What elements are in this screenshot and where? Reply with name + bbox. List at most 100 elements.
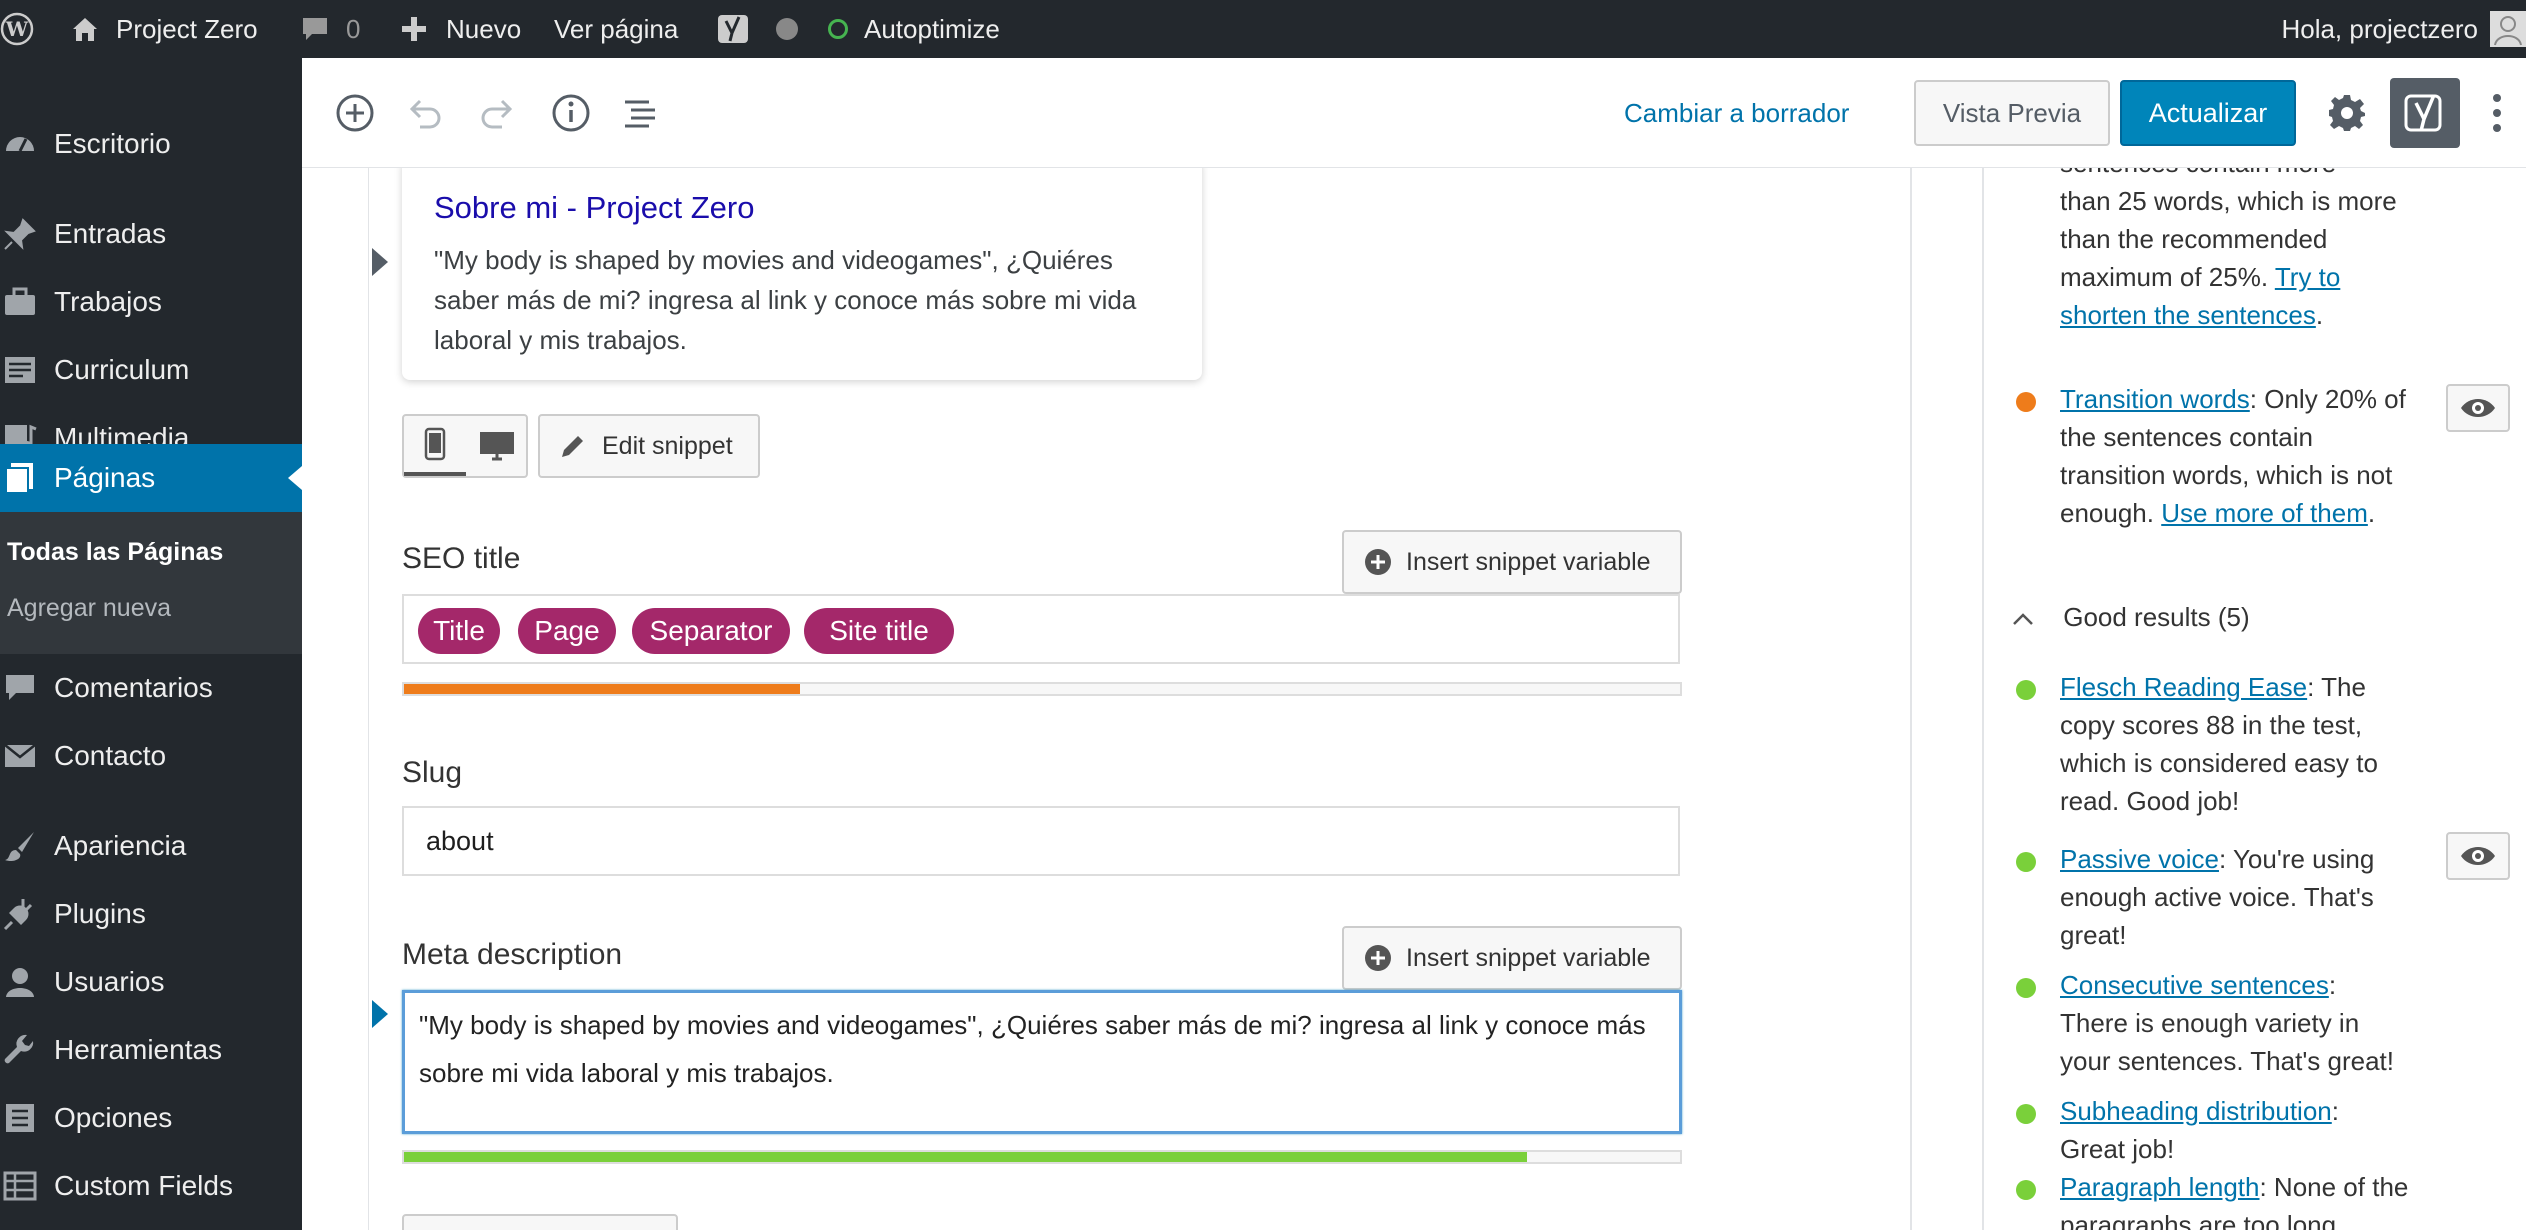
autoptimize-link[interactable]: Autoptimize [828,0,1000,58]
plugin-icon [0,894,40,934]
outline-button[interactable] [618,90,664,136]
analysis-link[interactable]: Subheading distribution [2060,1096,2332,1126]
avatar [2490,11,2526,47]
analysis-link[interactable]: Use more of them [2161,498,2368,528]
switch-to-draft-link[interactable]: Cambiar a borrador [1624,98,1849,129]
good-results-label: Good results (5) [2063,602,2250,632]
desktop-icon [480,432,514,461]
redo-icon [481,99,513,129]
submenu-all-pages[interactable]: Todas las Páginas [7,538,223,567]
sidebar-item-plugins[interactable]: Plugins [0,880,302,948]
comment-icon [303,18,327,40]
greeting: Hola, projectzero [2281,13,2478,44]
vertical-ellipsis-icon [2493,94,2501,132]
analysis-link[interactable]: Flesch Reading Ease [2060,672,2307,702]
gear-icon [2329,95,2365,131]
pages-icon [0,458,40,498]
comments-count: 0 [346,13,361,44]
edit-snippet-button[interactable]: Edit snippet [538,414,760,478]
redo-button[interactable] [474,90,520,136]
view-page-link[interactable]: Ver página [554,0,678,58]
site-name-link[interactable]: Project Zero [70,0,258,58]
sidebar-item-label: Apariencia [54,830,187,861]
account-menu[interactable]: Hola, projectzero [2281,0,2526,58]
analysis-link[interactable]: Paragraph length [2060,1172,2259,1202]
edit-snippet-label: Edit snippet [602,431,733,460]
highlight-passive-voice-button[interactable] [2446,832,2510,880]
wrench-icon [0,1030,40,1070]
update-button[interactable]: Actualizar [2120,80,2296,146]
seo-title-field[interactable]: Title Page Separator Site title [402,594,1680,664]
sidebar-item-opciones[interactable]: Opciones [0,1084,302,1152]
sidebar-item-custom-fields[interactable]: Custom Fields [0,1152,302,1220]
advanced-toggle-button[interactable] [402,1214,678,1230]
sidebar-item-herramientas[interactable]: Herramientas [0,1016,302,1084]
settings-icon [0,1098,40,1138]
yoast-analysis-panel: sentences contain more than 25 words, wh… [1912,168,2526,1230]
sidebar-item-label: Plugins [54,898,146,929]
yoast-menu[interactable] [716,0,798,58]
sidebar-item-contacto[interactable]: Contacto [0,722,302,790]
collapse-caret-icon[interactable] [372,248,388,276]
settings-button[interactable] [2324,90,2370,136]
title-variable-pill[interactable]: Site title [804,608,954,654]
sidebar-item-entradas[interactable]: Entradas [0,200,302,268]
autoptimize-status-icon [828,19,848,39]
analysis-link[interactable]: Consecutive sentences [2060,970,2329,1000]
column-divider [368,168,369,1230]
seo-status-dot [776,18,798,40]
list-outline-icon [625,100,655,128]
sidebar-item-comentarios[interactable]: Comentarios [0,654,302,722]
sidebar-item-label: Páginas [54,462,156,493]
meta-description-input[interactable]: "My body is shaped by movies and videoga… [402,990,1682,1134]
info-button[interactable] [548,90,594,136]
preview-mode-toggle [402,414,528,478]
analysis-link[interactable]: Passive voice [2060,844,2219,874]
plus-circle-icon [336,94,374,132]
more-options-button[interactable] [2482,88,2512,138]
sidebar-item-label: Entradas [54,218,167,249]
good-results-toggle[interactable]: Good results (5) [2012,602,2250,633]
seo-title-label: SEO title [402,542,521,575]
undo-button[interactable] [402,90,448,136]
highlight-transition-words-button[interactable] [2446,384,2510,432]
sidebar-item-usuarios[interactable]: Usuarios [0,948,302,1016]
sidebar-item-label: Opciones [54,1102,173,1133]
meta-description-progress-bar [402,1150,1682,1164]
snippet-title[interactable]: Sobre mi - Project Zero [434,190,754,226]
sidebar-item-label: Curriculum [54,354,190,385]
sidebar-item-label: Trabajos [54,286,162,317]
sidebar-item-escritorio[interactable]: Escritorio [0,110,302,178]
sidebar-item-paginas[interactable]: Páginas [0,444,302,512]
sidebar-item-apariencia[interactable]: Apariencia [0,812,302,880]
title-variable-pill[interactable]: Page [518,608,616,654]
analysis-link[interactable]: Transition words [2060,384,2250,414]
site-name: Project Zero [116,13,258,44]
new-content-link[interactable]: Nuevo [400,0,521,58]
wordpress-logo-icon[interactable]: W [0,0,34,58]
title-variable-pill[interactable]: Separator [632,608,790,654]
home-icon [73,18,97,41]
desktop-preview-button[interactable] [466,416,528,476]
meta-description-progress-fill [404,1152,1527,1162]
brush-icon [0,826,40,866]
plus-circle-icon [1365,945,1391,971]
insert-snippet-variable-button[interactable]: Insert snippet variable [1342,530,1682,594]
sidebar-item-label: Escritorio [54,128,171,159]
comments-link[interactable]: 0 [300,0,360,58]
mail-icon [0,736,40,776]
title-variable-pill[interactable]: Title [418,608,500,654]
mobile-preview-button[interactable] [404,416,466,476]
add-block-button[interactable] [332,90,378,136]
slug-input[interactable]: about [402,806,1680,876]
yoast-seo-button[interactable] [2390,78,2460,148]
insert-snippet-variable-button[interactable]: Insert snippet variable [1342,926,1682,990]
submenu-add-new[interactable]: Agregar nueva [7,594,171,623]
eye-icon [2461,399,2495,417]
sidebar-item-curriculum[interactable]: Curriculum [0,336,302,404]
panel-divider [1982,168,1984,1230]
sidebar-item-label: Contacto [54,740,167,771]
sidebar-item-trabajos[interactable]: Trabajos [0,268,302,336]
status-dot-good [2016,680,2036,700]
preview-button[interactable]: Vista Previa [1914,80,2110,146]
